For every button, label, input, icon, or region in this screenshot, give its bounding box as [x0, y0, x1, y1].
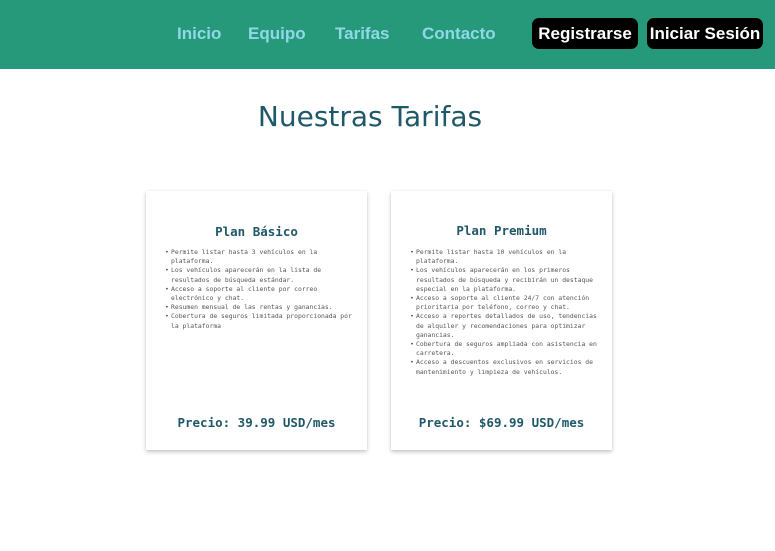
plan-price: Precio: 39.99 USD/mes	[177, 415, 336, 430]
plan-card-basico: Plan Básico Permite listar hasta 3 vehíc…	[146, 191, 367, 450]
plan-price: Precio: $69.99 USD/mes	[418, 415, 585, 430]
top-navbar: Inicio Equipo Tarifas Contacto Registrar…	[0, 0, 775, 69]
plan-feature: Resumen mensual de las rentas y ganancia…	[165, 303, 353, 312]
plan-feature: Permite listar hasta 10 vehículos en la …	[410, 248, 598, 266]
plan-feature: Acceso a soporte al cliente por correo e…	[165, 285, 353, 303]
nav-link-inicio[interactable]: Inicio	[177, 24, 221, 44]
plan-title: Plan Básico	[215, 224, 298, 239]
nav-link-equipo[interactable]: Equipo	[248, 24, 306, 44]
plan-feature: Acceso a reportes detallados de uso, ten…	[410, 312, 598, 340]
register-button[interactable]: Registrarse	[532, 18, 638, 49]
plan-feature: Los vehículos aparecerán en la lista de …	[165, 266, 353, 284]
plan-feature: Los vehículos aparecerán en los primeros…	[410, 266, 598, 294]
nav-link-contacto[interactable]: Contacto	[422, 24, 496, 44]
plan-feature: Acceso a descuentos exclusivos en servic…	[410, 358, 598, 376]
plan-feature: Acceso a soporte al cliente 24/7 con ate…	[410, 294, 598, 312]
login-button[interactable]: Iniciar Sesión	[647, 18, 763, 49]
plan-feature-list: Permite listar hasta 10 vehículos en la …	[410, 248, 598, 377]
plan-feature: Cobertura de seguros limitada proporcion…	[165, 312, 353, 330]
plan-feature: Cobertura de seguros ampliada con asiste…	[410, 340, 598, 358]
plan-title: Plan Premium	[456, 223, 547, 238]
plan-card-premium: Plan Premium Permite listar hasta 10 veh…	[391, 191, 612, 450]
page-title: Nuestras Tarifas	[257, 100, 483, 133]
nav-link-tarifas[interactable]: Tarifas	[335, 24, 390, 44]
plan-feature-list: Permite listar hasta 3 vehículos en la p…	[165, 248, 353, 331]
plan-feature: Permite listar hasta 3 vehículos en la p…	[165, 248, 353, 266]
